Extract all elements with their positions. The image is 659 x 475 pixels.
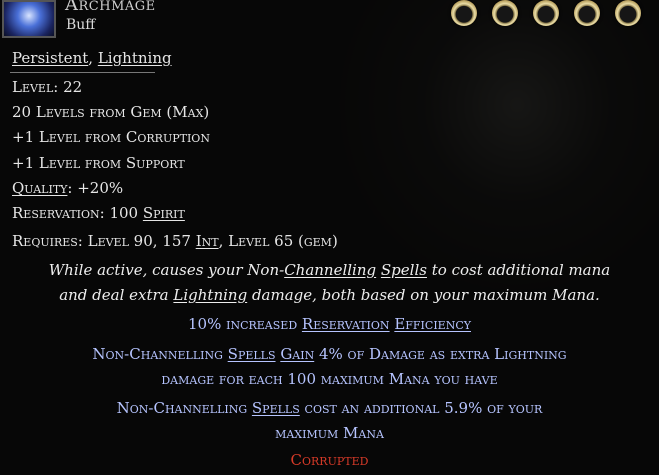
level-value: 22 [63,78,83,96]
stat-gem-levels: 20 Levels from Gem (Max) [12,103,210,121]
spells-keyword[interactable]: Spells [381,261,427,279]
desc-text: Non- [247,261,285,279]
divider [10,72,155,73]
mod-additional-cost-line-1: Non-Channelling Spells cost an additiona… [0,399,659,417]
desc-text: to cost additional mana [426,261,611,279]
gem-tags: Persistent, Lightning [12,49,172,67]
gain-keyword[interactable]: Gain [280,345,314,363]
lightning-keyword[interactable]: Lightning [173,286,247,304]
mod-text: Non-Channelling [92,345,228,363]
efficiency-keyword[interactable]: Efficiency [394,315,471,333]
desc-text: and deal extra [59,286,174,304]
spells-keyword[interactable]: Spells [252,399,300,417]
stat-reservation: Reservation: 100 Spirit [12,204,185,222]
desc-text: damage, both based on your maximum Mana. [247,286,600,304]
archmage-skill-icon [2,0,56,38]
stat-support-levels: +1 Level from Support [12,154,185,172]
stat-level: Level: 22 [12,78,82,96]
int-keyword[interactable]: Int [196,232,219,250]
mod-extra-lightning-line-1: Non-Channelling Spells Gain 4% of Damage… [0,345,659,363]
stat-quality: Quality: +20% [12,179,123,197]
quality-value: : +20% [67,179,124,197]
spirit-keyword[interactable]: Spirit [143,204,185,222]
skill-gem-tooltip: Archmage Buff Persistent, Lightning Leve… [0,0,659,475]
mod-text: 4% of Damage as extra Lightning [314,345,567,363]
mod-text: cost an additional 5.9% of your [299,399,543,417]
description-line-1: While active, causes your Non-Channellin… [0,261,659,279]
mod-text: 10% increased [188,315,302,333]
tag-persistent[interactable]: Persistent [12,49,88,67]
mod-text: Non-Channelling [116,399,252,417]
stat-requirements: Requires: Level 90, 157 Int, Level 65 (g… [12,232,338,250]
tag-lightning[interactable]: Lightning [98,49,172,67]
spells-keyword[interactable]: Spells [228,345,276,363]
stat-corruption-levels: +1 Level from Corruption [12,128,210,146]
socket-icon[interactable] [451,0,477,26]
socket-icon[interactable] [533,0,559,26]
corrupted-status: Corrupted [290,451,369,469]
socket-icon[interactable] [574,0,600,26]
socket-icon[interactable] [615,0,641,26]
quality-label[interactable]: Quality [12,179,67,197]
gem-subtitle: Buff [66,17,96,33]
socket-icon[interactable] [492,0,518,26]
reservation-label: Reservation: [12,204,110,222]
requires-suffix: , Level 65 (gem) [218,232,338,250]
gem-title: Archmage [65,0,156,15]
desc-text: While active, causes your [48,261,248,279]
requires-prefix: Requires: Level 90, 157 [12,232,196,250]
mod-additional-cost-line-2: maximum Mana [275,424,384,442]
level-label: Level: [12,78,64,96]
mod-extra-lightning-line-2: damage for each 100 maximum Mana you hav… [161,370,498,388]
reservation-value: 100 [109,204,143,222]
reservation-keyword[interactable]: Reservation [302,315,390,333]
channelling-keyword[interactable]: Channelling [284,261,376,279]
mod-reservation-efficiency: 10% increased Reservation Efficiency [0,315,659,333]
description-line-2: and deal extra Lightning damage, both ba… [0,286,659,304]
tag-separator: , [88,49,98,67]
